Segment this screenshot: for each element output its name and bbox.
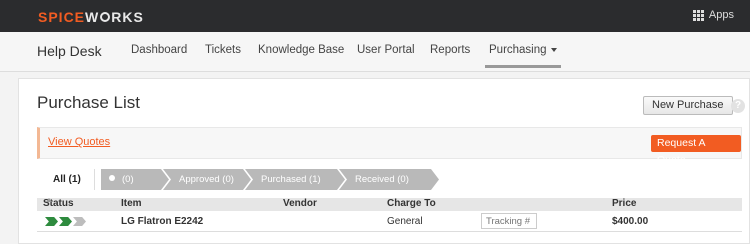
tracking-input[interactable] bbox=[481, 213, 537, 229]
quote-bar: View Quotes Request A Quote bbox=[37, 127, 742, 166]
apps-menu[interactable]: Apps bbox=[692, 9, 734, 21]
cell-item[interactable]: LG Flatron E2242 bbox=[121, 211, 203, 232]
spiceworks-logo[interactable]: SPICEW RKS bbox=[38, 9, 144, 25]
chevron-down-icon bbox=[550, 47, 557, 52]
top-bar: SPICEW RKS Apps bbox=[0, 0, 750, 32]
nav-item-purchasing-label: Purchasing bbox=[489, 44, 547, 56]
nav-item-tickets[interactable]: Tickets bbox=[205, 44, 241, 56]
nav-title[interactable]: Help Desk bbox=[37, 43, 102, 59]
status-steps: (0) Approved (0) Purchased (1) Received … bbox=[94, 169, 439, 190]
status-progress-icon bbox=[45, 217, 87, 226]
filter-all-tab[interactable]: All (1) bbox=[37, 169, 94, 190]
filter-step-open[interactable]: (0) bbox=[101, 169, 169, 190]
column-header-charge-to[interactable]: Charge To bbox=[387, 198, 436, 209]
filter-step-purchased[interactable]: Purchased (1) bbox=[245, 169, 345, 190]
page-title: Purchase List bbox=[37, 93, 140, 112]
cell-price: $400.00 bbox=[612, 216, 649, 227]
nav-item-dashboard[interactable]: Dashboard bbox=[131, 44, 187, 56]
column-header-item[interactable]: Item bbox=[121, 198, 142, 209]
filter-step-received[interactable]: Received (0) bbox=[339, 169, 439, 190]
status-step-done-icon bbox=[45, 217, 58, 226]
filter-step-received-label: Received (0) bbox=[355, 174, 409, 185]
request-quote-button[interactable]: Request A Quote bbox=[651, 135, 741, 166]
status-step-done-icon bbox=[59, 217, 72, 226]
filter-step-open-label: (0) bbox=[122, 174, 134, 185]
sort-asc-icon bbox=[46, 198, 52, 202]
dot-icon bbox=[109, 175, 115, 181]
filter-step-approved-label: Approved (0) bbox=[179, 174, 234, 185]
grid-icon bbox=[692, 9, 704, 21]
column-header-price[interactable]: Price bbox=[612, 198, 636, 209]
filter-step-approved[interactable]: Approved (0) bbox=[163, 169, 251, 190]
logo-text-spice: SPICE bbox=[38, 9, 86, 25]
status-filters: All (1) (0) Approved (0) Purchased (1) R… bbox=[37, 169, 439, 190]
logo-o-icon bbox=[100, 12, 111, 22]
status-step-pending-icon bbox=[73, 217, 86, 226]
view-quotes-link[interactable]: View Quotes bbox=[48, 136, 110, 148]
filter-step-purchased-label: Purchased (1) bbox=[261, 174, 321, 185]
help-icon[interactable]: ? bbox=[731, 99, 745, 113]
apps-label: Apps bbox=[708, 9, 734, 21]
column-header-vendor[interactable]: Vendor bbox=[283, 198, 317, 209]
logo-text-w: W bbox=[85, 9, 100, 25]
purchase-list-panel: Purchase List New Purchase ? View Quotes… bbox=[18, 78, 750, 244]
main-nav: Help Desk Dashboard Tickets Knowledge Ba… bbox=[0, 32, 750, 72]
nav-item-knowledge-base[interactable]: Knowledge Base bbox=[258, 44, 344, 56]
table-header: Status Item Vendor Charge To Price bbox=[37, 198, 742, 211]
logo-text-rks: RKS bbox=[111, 9, 144, 25]
new-purchase-button[interactable]: New Purchase bbox=[643, 96, 733, 115]
table-row[interactable]: LG Flatron E2242 General $400.00 bbox=[37, 211, 742, 232]
cell-charge-to: General bbox=[387, 216, 423, 227]
nav-item-reports[interactable]: Reports bbox=[430, 44, 470, 56]
nav-item-user-portal[interactable]: User Portal bbox=[357, 44, 415, 56]
nav-item-purchasing[interactable]: Purchasing bbox=[485, 44, 561, 68]
